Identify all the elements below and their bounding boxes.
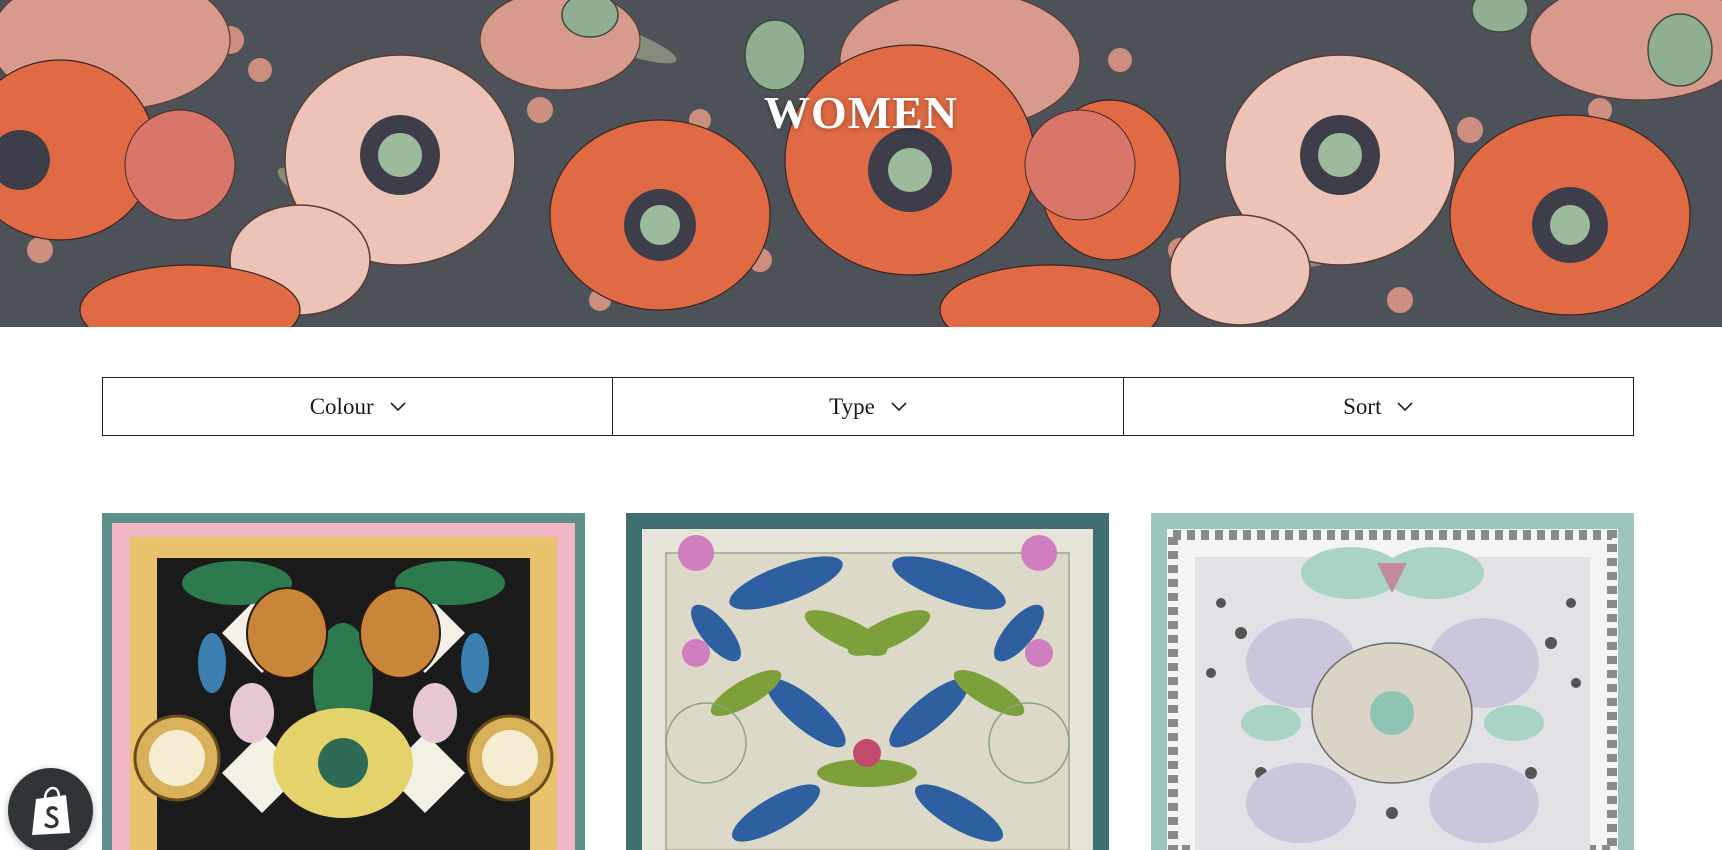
page-title: WOMEN xyxy=(763,87,959,138)
shopify-badge-button[interactable] xyxy=(8,768,93,850)
chevron-down-icon xyxy=(891,401,907,411)
product-card[interactable] xyxy=(626,513,1109,850)
hero-banner: WOMEN xyxy=(0,0,1722,327)
product-card[interactable] xyxy=(1151,513,1634,850)
floral-pattern-image xyxy=(0,0,1722,327)
sort-label: Sort xyxy=(1343,393,1382,419)
shopify-bag-icon xyxy=(31,786,70,835)
filter-bar: Colour Type Sort xyxy=(102,377,1634,436)
product-card[interactable] xyxy=(102,513,585,850)
product-image xyxy=(1151,513,1634,850)
chevron-down-icon xyxy=(1397,401,1414,411)
type-filter-label: Type xyxy=(829,393,875,419)
colour-filter-dropdown[interactable]: Colour xyxy=(103,378,614,435)
product-grid xyxy=(102,513,1634,850)
sort-dropdown[interactable]: Sort xyxy=(1124,378,1633,435)
product-image xyxy=(102,513,585,850)
colour-filter-label: Colour xyxy=(309,393,374,419)
product-image xyxy=(626,513,1109,850)
type-filter-dropdown[interactable]: Type xyxy=(613,378,1124,435)
chevron-down-icon xyxy=(390,401,406,411)
